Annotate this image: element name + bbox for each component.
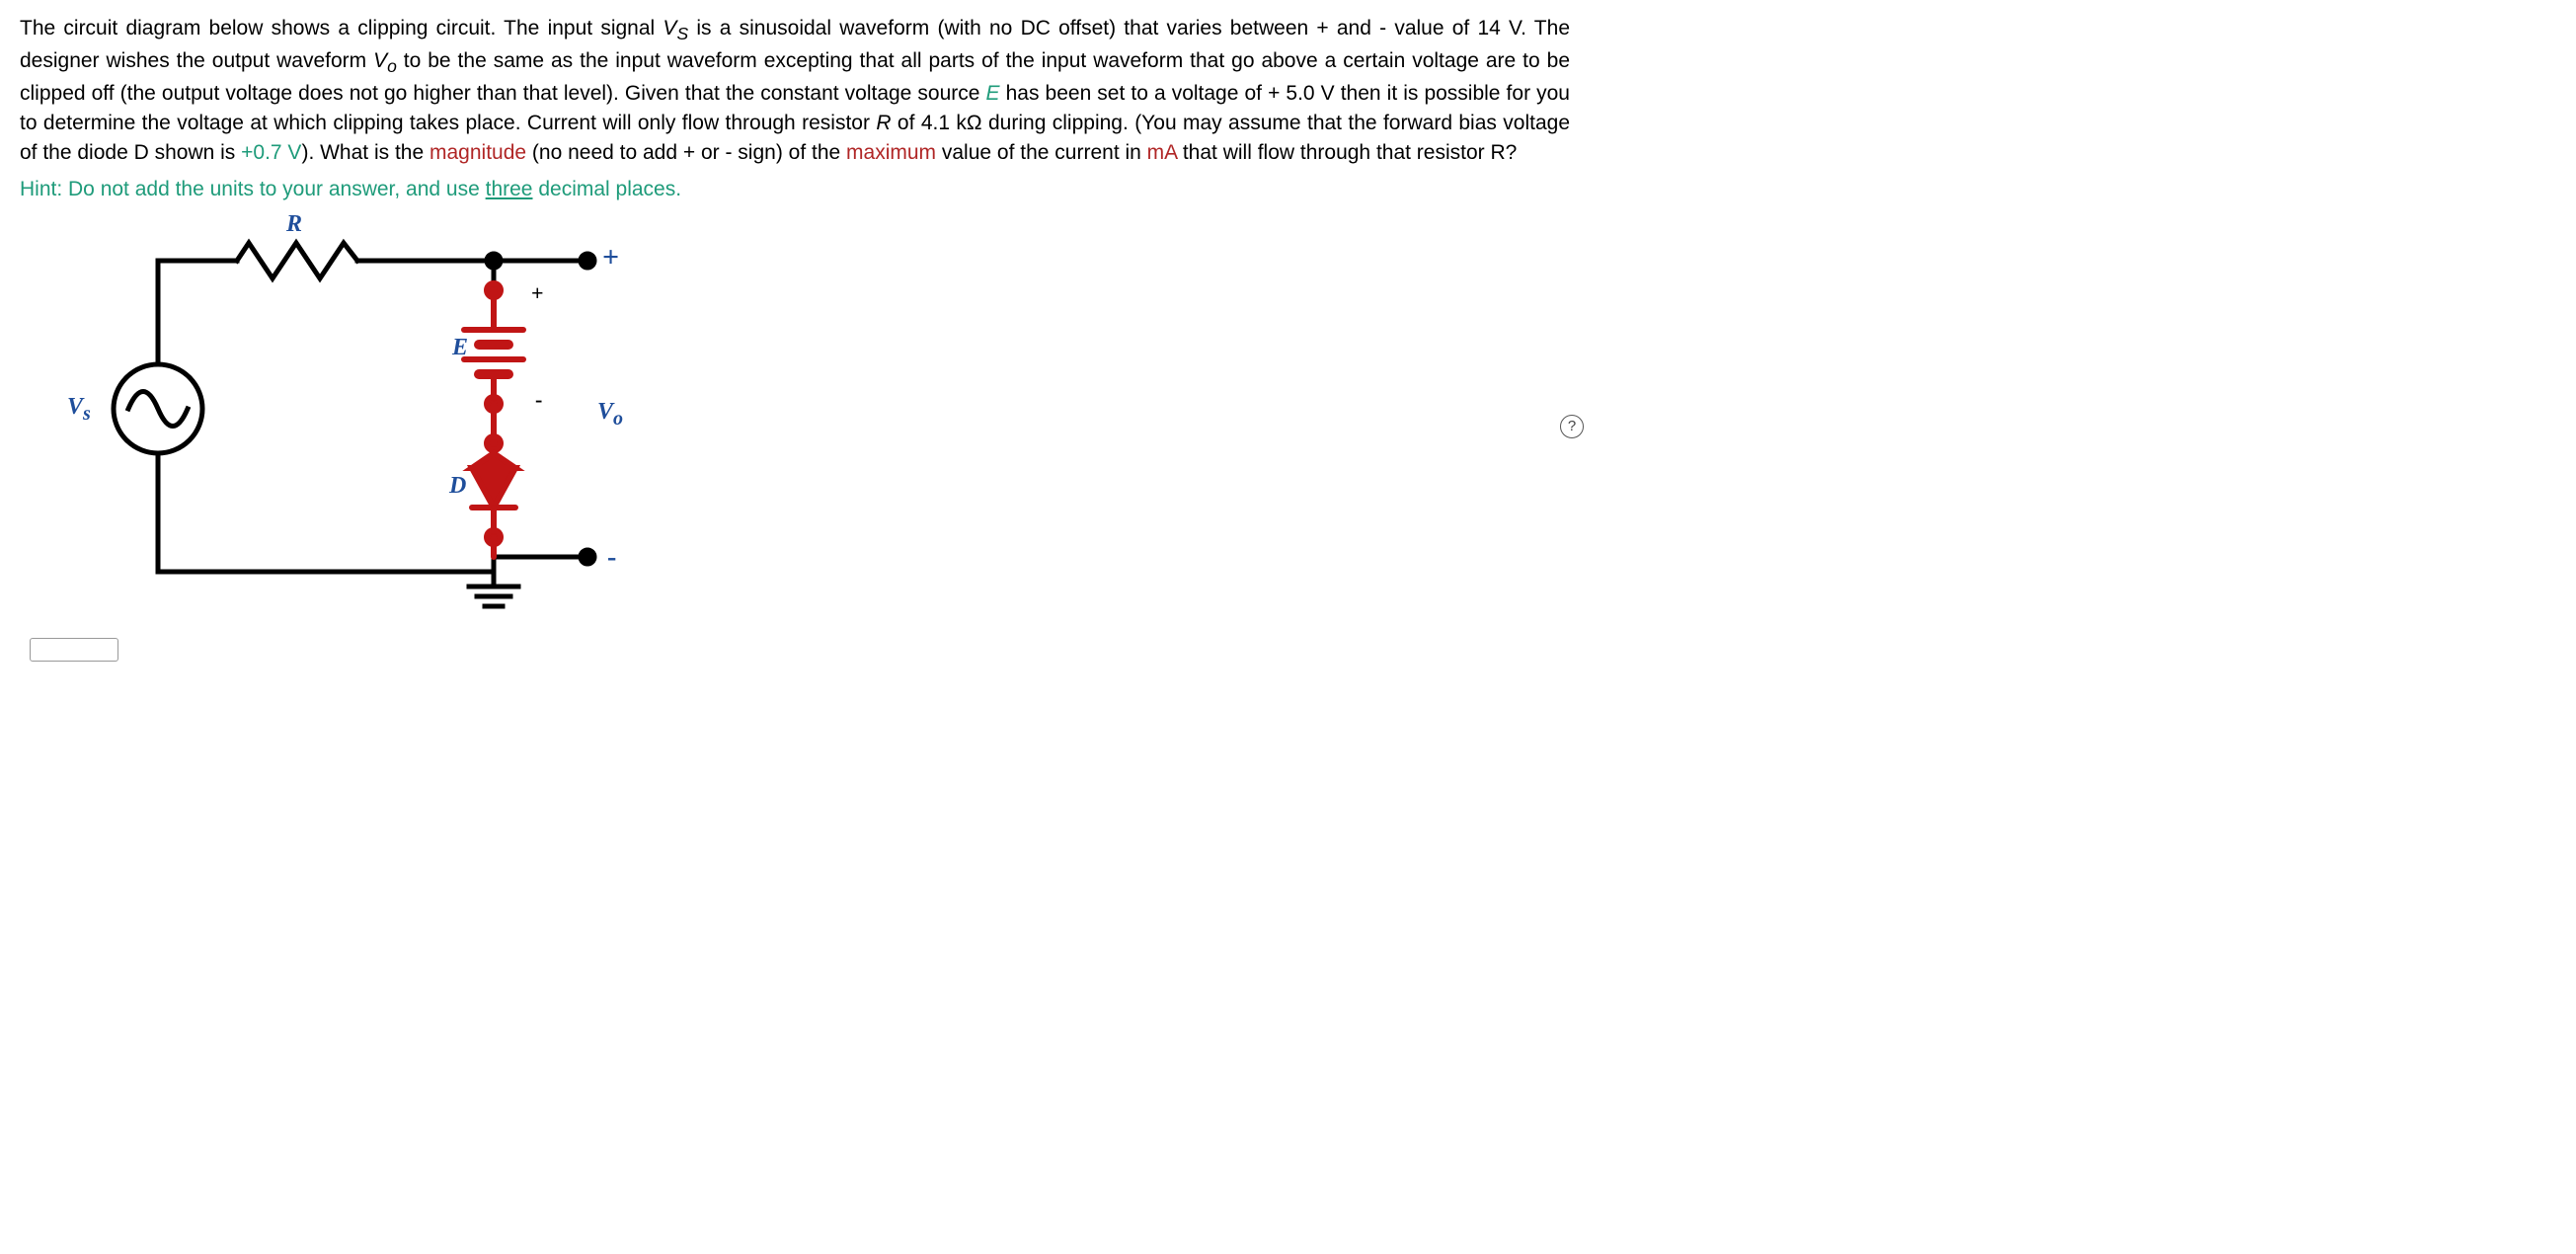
t: ). What is the	[301, 141, 429, 164]
help-icon[interactable]: ?	[1560, 415, 1584, 438]
answer-input[interactable]	[30, 638, 118, 662]
label-E-minus: -	[535, 387, 542, 413]
t: (no need to add + or - sign) of the	[526, 141, 846, 164]
label-E: E	[452, 335, 468, 361]
E-value: + 5.0 V	[1268, 82, 1335, 105]
source-E-symbol: E	[986, 82, 1000, 105]
resistor-R-symbol: R	[876, 112, 891, 134]
label-R: R	[286, 211, 302, 238]
label-vo-minus: -	[607, 542, 616, 574]
t: of	[892, 112, 921, 134]
amplitude-value: 14 V	[1477, 17, 1521, 39]
label-Vo: Vo	[597, 399, 623, 431]
label-D: D	[449, 473, 466, 500]
diode-D-symbol: D	[134, 141, 149, 164]
answer-container	[30, 636, 1570, 662]
label-Vs: Vs	[67, 394, 91, 426]
t: that will flow through that resistor R?	[1177, 141, 1517, 164]
output-signal-symbol: Vo	[373, 49, 397, 72]
label-vo-plus: +	[602, 241, 619, 274]
hint-text: Hint: Do not add the units to your answe…	[20, 178, 1570, 201]
t: value of the current in	[936, 141, 1147, 164]
t: has been set to a voltage of	[1000, 82, 1269, 105]
circuit-svg	[30, 211, 642, 626]
R-value: 4.1 kΩ	[921, 112, 982, 134]
label-E-plus: +	[531, 280, 544, 306]
Vd-value: +0.7 V	[241, 141, 301, 164]
magnitude-word: magnitude	[429, 141, 526, 164]
maximum-word: maximum	[846, 141, 936, 164]
t: shown is	[149, 141, 241, 164]
t: is a sinusoidal waveform (with no DC off…	[688, 17, 1477, 39]
t: The circuit diagram below shows a clippi…	[20, 17, 663, 39]
circuit-diagram: R E D Vs Vo + - + -	[30, 211, 642, 626]
input-signal-symbol: VS	[663, 17, 688, 39]
problem-text: The circuit diagram below shows a clippi…	[20, 14, 1570, 168]
mA-word: mA	[1147, 141, 1177, 164]
